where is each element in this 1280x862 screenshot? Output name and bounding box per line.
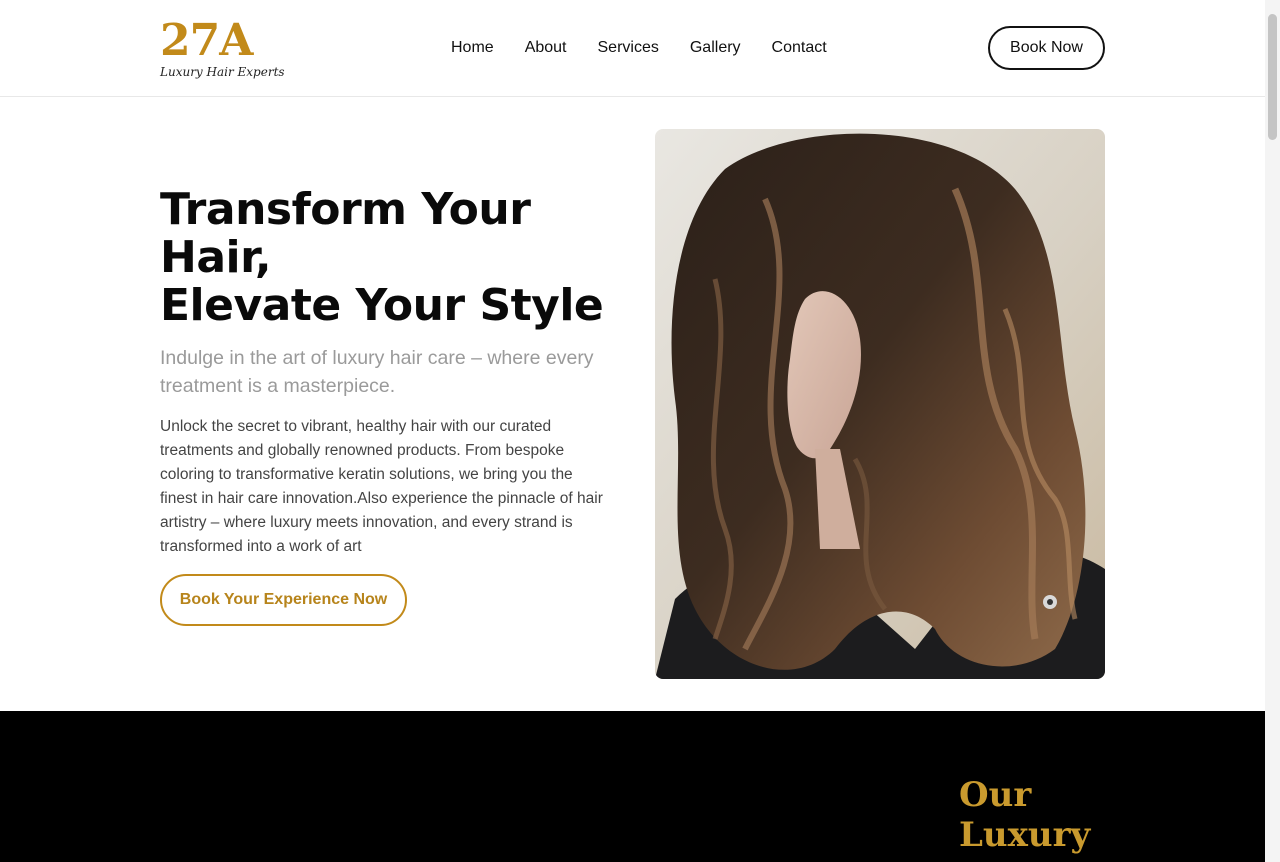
nav-gallery[interactable]: Gallery (690, 38, 741, 58)
hero-title-line-2: Hair, (160, 232, 272, 283)
hero-subtitle: Indulge in the art of luxury hair care –… (160, 347, 594, 397)
logo[interactable]: 27A Luxury Hair Experts (160, 18, 285, 80)
hero-title: Transform Your Hair, Elevate Your Style (160, 186, 630, 330)
nav-contact[interactable]: Contact (772, 38, 827, 58)
nav-services[interactable]: Services (598, 38, 659, 58)
nav-about[interactable]: About (525, 38, 567, 58)
hero-photo (655, 129, 1105, 679)
nav-home[interactable]: Home (451, 38, 494, 58)
woman-wavy-hair-photo-icon (655, 129, 1105, 679)
page: 27A Luxury Hair Experts Home About Servi… (0, 0, 1280, 862)
services-title: Our Luxury (959, 775, 1091, 855)
hero-description: Unlock the secret to vibrant, healthy ha… (160, 418, 603, 555)
book-now-button[interactable]: Book Now (988, 26, 1105, 70)
site-header: 27A Luxury Hair Experts Home About Servi… (0, 0, 1265, 97)
logo-mark: 27A (160, 15, 253, 66)
book-experience-button[interactable]: Book Your Experience Now (160, 574, 407, 626)
scrollbar-thumb[interactable] (1268, 14, 1277, 140)
vertical-scrollbar[interactable] (1265, 0, 1280, 862)
main-nav: Home About Services Gallery Contact (451, 38, 858, 58)
hero-title-line-3: Elevate Your Style (160, 280, 604, 331)
hero-title-line-1: Transform Your (160, 184, 531, 235)
logo-tagline: Luxury Hair Experts (160, 65, 285, 79)
